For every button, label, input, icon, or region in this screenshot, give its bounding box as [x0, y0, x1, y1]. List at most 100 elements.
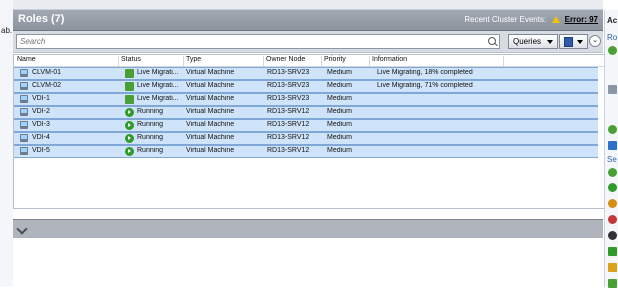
- roles-header: Roles (7) Recent Cluster Events: Error: …: [13, 10, 603, 31]
- row-type: Virtual Machine: [186, 95, 235, 102]
- row-priority: Medium: [327, 147, 352, 154]
- virtual-machine-icon: [20, 108, 28, 116]
- actions-header: Ac: [607, 16, 618, 25]
- queries-dropdown[interactable]: Queries: [508, 34, 558, 49]
- left-pane-edge: ab.: [0, 0, 14, 287]
- row-type: Virtual Machine: [186, 147, 235, 154]
- warning-icon: [552, 16, 561, 23]
- column-header-owner-node[interactable]: Owner Node: [263, 56, 322, 66]
- row-owner-node: RD13-SRV12: [267, 108, 310, 115]
- table-row[interactable]: VDI-3 Running Virtual Machine RD13-SRV12 Med…: [14, 119, 598, 132]
- live-migration-icon[interactable]: [608, 46, 617, 55]
- error-count-link[interactable]: Error: 97: [565, 15, 598, 24]
- column-header-type[interactable]: Type: [183, 56, 264, 66]
- details-pane: [13, 238, 603, 287]
- row-priority: Medium: [327, 134, 352, 141]
- recent-events-label: Recent Cluster Events:: [464, 15, 547, 24]
- actions-section-roles[interactable]: Ro: [607, 33, 617, 42]
- row-priority: Medium: [327, 108, 352, 115]
- queries-label: Queries: [513, 37, 542, 46]
- row-name: CLVM-02: [32, 82, 62, 89]
- virtual-machine-icon: [20, 121, 28, 129]
- live-migration-icon: [125, 82, 134, 91]
- running-icon: [125, 121, 134, 130]
- help-icon[interactable]: [608, 141, 617, 150]
- column-headers: Name Status Type Owner Node Priority Inf…: [14, 55, 604, 67]
- chevron-down-icon: [547, 40, 553, 44]
- search-icon[interactable]: [488, 37, 496, 45]
- row-priority: Medium: [327, 95, 352, 102]
- row-owner-node: RD13-SRV12: [267, 121, 310, 128]
- table-row[interactable]: CLVM-02 Live Migrati... Virtual Machine RD1…: [14, 80, 598, 93]
- row-status: Running: [137, 147, 164, 154]
- migrate-icon[interactable]: [608, 247, 617, 256]
- table-row[interactable]: VDI-5 Running Virtual Machine RD13-SRV12 Med…: [14, 145, 598, 158]
- table-row[interactable]: VDI-1 Live Migrati... Virtual Machine RD13-…: [14, 93, 598, 106]
- row-owner-node: RD13-SRV23: [267, 95, 310, 102]
- virtual-machine-icon: [20, 147, 28, 155]
- row-type: Virtual Machine: [186, 69, 235, 76]
- table-row[interactable]: CLVM-01 Live Migrati... Virtual Machine RD1…: [14, 67, 598, 80]
- virtual-machine-icon: [20, 95, 28, 103]
- virtual-machine-icon: [20, 82, 28, 90]
- settings-icon[interactable]: [608, 263, 617, 272]
- running-icon: [125, 147, 134, 156]
- row-type: Virtual Machine: [186, 82, 235, 89]
- row-owner-node: RD13-SRV12: [267, 147, 310, 154]
- column-header-name[interactable]: Name: [14, 56, 119, 66]
- save-query-button[interactable]: [559, 34, 588, 49]
- column-header-priority[interactable]: Priority: [321, 56, 370, 66]
- collapse-icon[interactable]: ⌄: [589, 35, 601, 47]
- row-status: Running: [137, 108, 164, 115]
- live-migration-icon: [125, 69, 134, 78]
- search-input[interactable]: [17, 35, 480, 48]
- row-information: Live Migrating, 71% completed: [377, 82, 473, 89]
- virtual-machine-icon: [20, 134, 28, 142]
- start-icon[interactable]: [608, 183, 617, 192]
- running-icon: [125, 134, 134, 143]
- row-name: VDI-4: [32, 134, 50, 141]
- row-owner-node: RD13-SRV23: [267, 82, 310, 89]
- search-toolbar: Queries ⌄: [13, 31, 603, 53]
- row-status: Running: [137, 121, 164, 128]
- roles-panel: Roles (7) Recent Cluster Events: Error: …: [13, 10, 605, 287]
- row-owner-node: RD13-SRV23: [267, 69, 310, 76]
- table-row[interactable]: VDI-4 Running Virtual Machine RD13-SRV12 Med…: [14, 132, 598, 145]
- actions-section-selected[interactable]: Se: [607, 155, 617, 164]
- chevron-down-icon: [577, 40, 583, 44]
- search-box[interactable]: [16, 34, 500, 49]
- row-type: Virtual Machine: [186, 108, 235, 115]
- row-priority: Medium: [327, 69, 352, 76]
- running-icon: [125, 108, 134, 117]
- row-information: Live Migrating, 18% completed: [377, 69, 473, 76]
- stop-icon[interactable]: [608, 215, 617, 224]
- row-type: Virtual Machine: [186, 134, 235, 141]
- recent-cluster-events: Recent Cluster Events: Error: 97: [464, 15, 598, 24]
- shutdown-icon[interactable]: [608, 231, 617, 240]
- roles-grid: Name Status Type Owner Node Priority Inf…: [13, 54, 605, 209]
- vm-icon[interactable]: [608, 85, 617, 94]
- row-type: Virtual Machine: [186, 121, 235, 128]
- top-separator: [13, 0, 603, 10]
- virtual-machine-icon: [20, 69, 28, 77]
- row-priority: Medium: [327, 121, 352, 128]
- live-migration-icon: [125, 95, 134, 104]
- row-name: VDI-1: [32, 95, 50, 102]
- row-status: Live Migrati...: [137, 95, 179, 102]
- row-name: VDI-3: [32, 121, 50, 128]
- row-priority: Medium: [327, 82, 352, 89]
- expand-chevron-icon[interactable]: [16, 223, 28, 235]
- details-pane-header[interactable]: [13, 219, 603, 239]
- roles-title: Roles (7): [18, 13, 65, 25]
- column-header-information[interactable]: Information: [369, 56, 504, 66]
- table-row[interactable]: VDI-2 Running Virtual Machine RD13-SRV12 Med…: [14, 106, 598, 119]
- pause-icon[interactable]: [608, 199, 617, 208]
- connect-icon[interactable]: [608, 168, 617, 177]
- column-header-status[interactable]: Status: [118, 56, 184, 66]
- row-name: VDI-2: [32, 108, 50, 115]
- row-status: Live Migrati...: [137, 69, 179, 76]
- row-name: VDI-5: [32, 147, 50, 154]
- actions-pane: Ac Ro Se: [604, 10, 618, 288]
- left-pane-text: ab.: [1, 26, 13, 35]
- action-icon[interactable]: [608, 125, 617, 134]
